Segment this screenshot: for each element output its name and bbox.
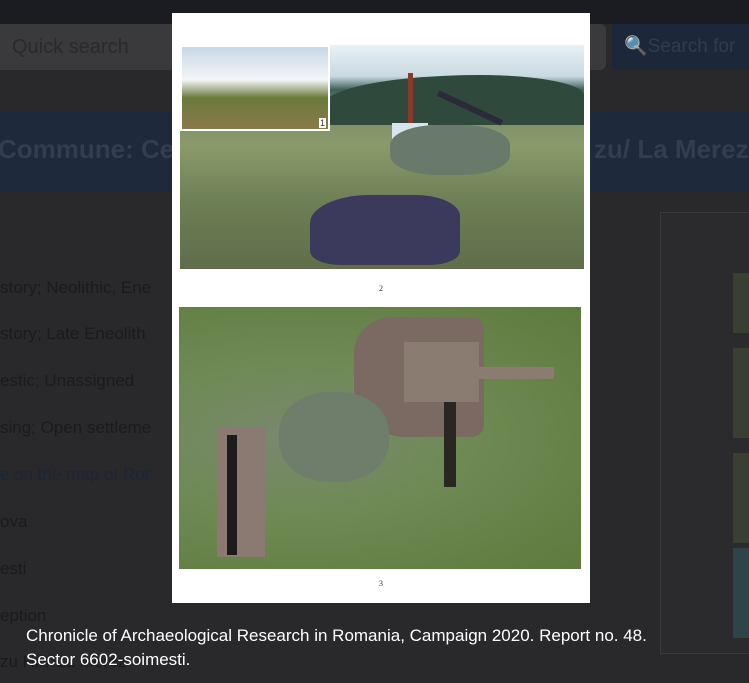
caption-line: Chronicle of Archaeological Research in … xyxy=(26,626,647,645)
fact-item: story; Neolithic, Ene xyxy=(0,278,152,297)
gallery-thumbnail[interactable] xyxy=(733,548,749,638)
fact-item: sing; Open settleme xyxy=(0,418,152,437)
search-button-label: Search for xyxy=(647,36,736,57)
search-icon: 🔍 xyxy=(624,36,648,57)
fact-item: esti xyxy=(0,559,27,578)
lightbox-image[interactable]: 1 2 3 xyxy=(172,13,590,603)
gallery-thumbnail[interactable] xyxy=(733,348,749,438)
page-title-left: Commune: Cept xyxy=(0,134,199,164)
fact-item: ova xyxy=(0,512,28,531)
fact-item: story; Late Eneolith xyxy=(0,324,146,343)
fact-item: estic; Unassigned xyxy=(0,371,135,390)
search-button[interactable]: 🔍Search for xyxy=(612,24,749,70)
lightbox-caption: Chronicle of Archaeological Research in … xyxy=(26,624,647,672)
inset-number: 1 xyxy=(318,118,326,128)
side-gallery xyxy=(660,212,749,654)
page-title-right: zu/ La Merez | xyxy=(594,134,749,164)
caption-line: Sector 6602-soimesti. xyxy=(26,650,191,669)
fact-item: eption xyxy=(0,606,47,625)
inset-photo: 1 xyxy=(180,45,330,131)
figure-label: 3 xyxy=(379,579,383,588)
map-link[interactable]: e on the map of Ror xyxy=(0,465,150,485)
gallery-thumbnail[interactable] xyxy=(733,453,749,543)
gallery-thumbnail[interactable] xyxy=(733,273,749,333)
aerial-photo-vertical xyxy=(179,307,581,569)
figure-label: 2 xyxy=(379,284,383,293)
